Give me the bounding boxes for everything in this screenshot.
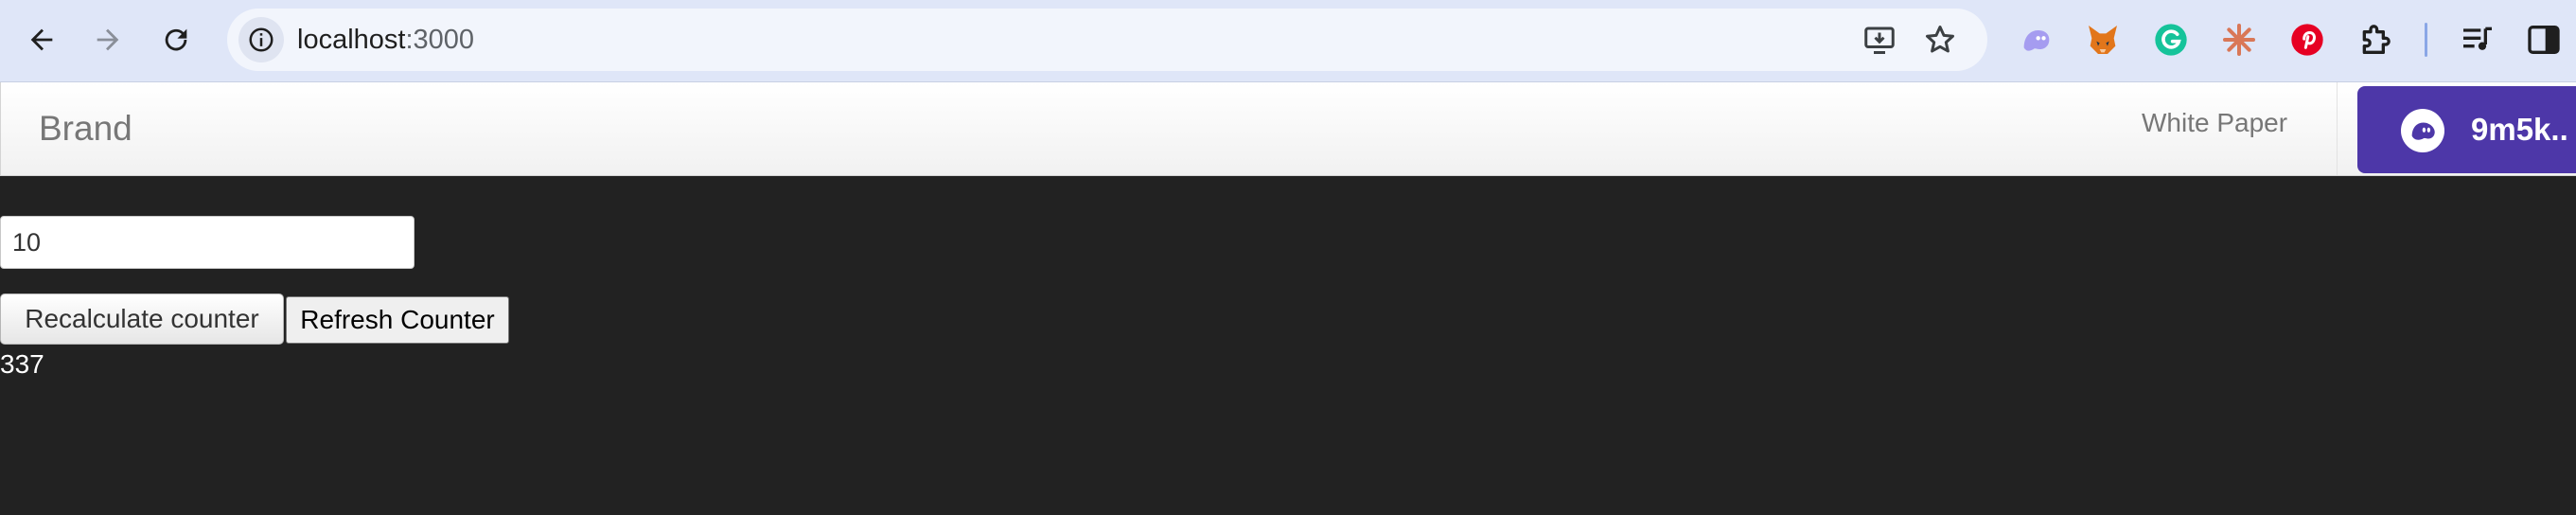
install-app-icon	[1864, 27, 1895, 54]
media-controls-button[interactable]	[2455, 17, 2500, 62]
pinterest-icon	[2291, 24, 2323, 56]
site-info-button[interactable]	[238, 17, 284, 62]
back-arrow-icon	[30, 28, 53, 51]
puzzle-extensions-icon	[2362, 25, 2391, 54]
grammarly-extension-button[interactable]	[2148, 17, 2194, 62]
grammarly-icon	[2155, 24, 2187, 56]
extensions-menu-button[interactable]	[2353, 17, 2398, 62]
navbar-brand[interactable]: Brand	[39, 82, 132, 175]
install-app-button[interactable]	[1861, 21, 1898, 59]
pinterest-extension-button[interactable]	[2285, 17, 2330, 62]
forward-button[interactable]	[83, 15, 132, 64]
navbar-divider	[2337, 82, 2338, 175]
metamask-fox-icon	[2089, 26, 2117, 54]
side-panel-button[interactable]	[2521, 17, 2567, 62]
wallet-address-label: 9m5k..	[2471, 112, 2568, 147]
bookmark-button[interactable]	[1921, 21, 1959, 59]
forward-arrow-icon	[97, 28, 119, 51]
url-host: localhost	[297, 25, 406, 55]
nav-link-white-paper[interactable]: White Paper	[2142, 82, 2287, 164]
side-panel-icon	[2528, 26, 2560, 54]
reload-button[interactable]	[151, 15, 201, 64]
refresh-counter-button[interactable]: Refresh Counter	[286, 296, 509, 344]
media-controls-icon	[2463, 27, 2492, 50]
ghost-extension-icon	[2023, 30, 2050, 51]
star-icon	[1926, 26, 1954, 53]
site-info-icon	[249, 27, 273, 52]
recalculate-counter-button[interactable]: Recalculate counter	[0, 293, 284, 345]
back-button[interactable]	[17, 15, 66, 64]
counter-input[interactable]	[0, 216, 415, 269]
address-bar[interactable]: localhost:3000	[227, 9, 1987, 71]
browser-toolbar: localhost:3000	[0, 0, 2576, 82]
toolbar-divider	[2425, 23, 2427, 57]
ghost-extension-button[interactable]	[2014, 17, 2059, 62]
claude-extension-button[interactable]	[2216, 17, 2262, 62]
url-text: localhost:3000	[297, 9, 474, 71]
counter-value: 337	[0, 349, 44, 379]
wallet-connect-button[interactable]: 9m5k..	[2357, 86, 2576, 173]
reload-icon	[165, 28, 187, 51]
metamask-extension-button[interactable]	[2080, 17, 2126, 62]
site-navbar: Brand White Paper 9m5k..	[0, 82, 2576, 176]
phantom-ghost-icon	[2401, 109, 2444, 152]
url-port: :3000	[405, 25, 475, 55]
claude-star-icon	[2223, 24, 2255, 56]
